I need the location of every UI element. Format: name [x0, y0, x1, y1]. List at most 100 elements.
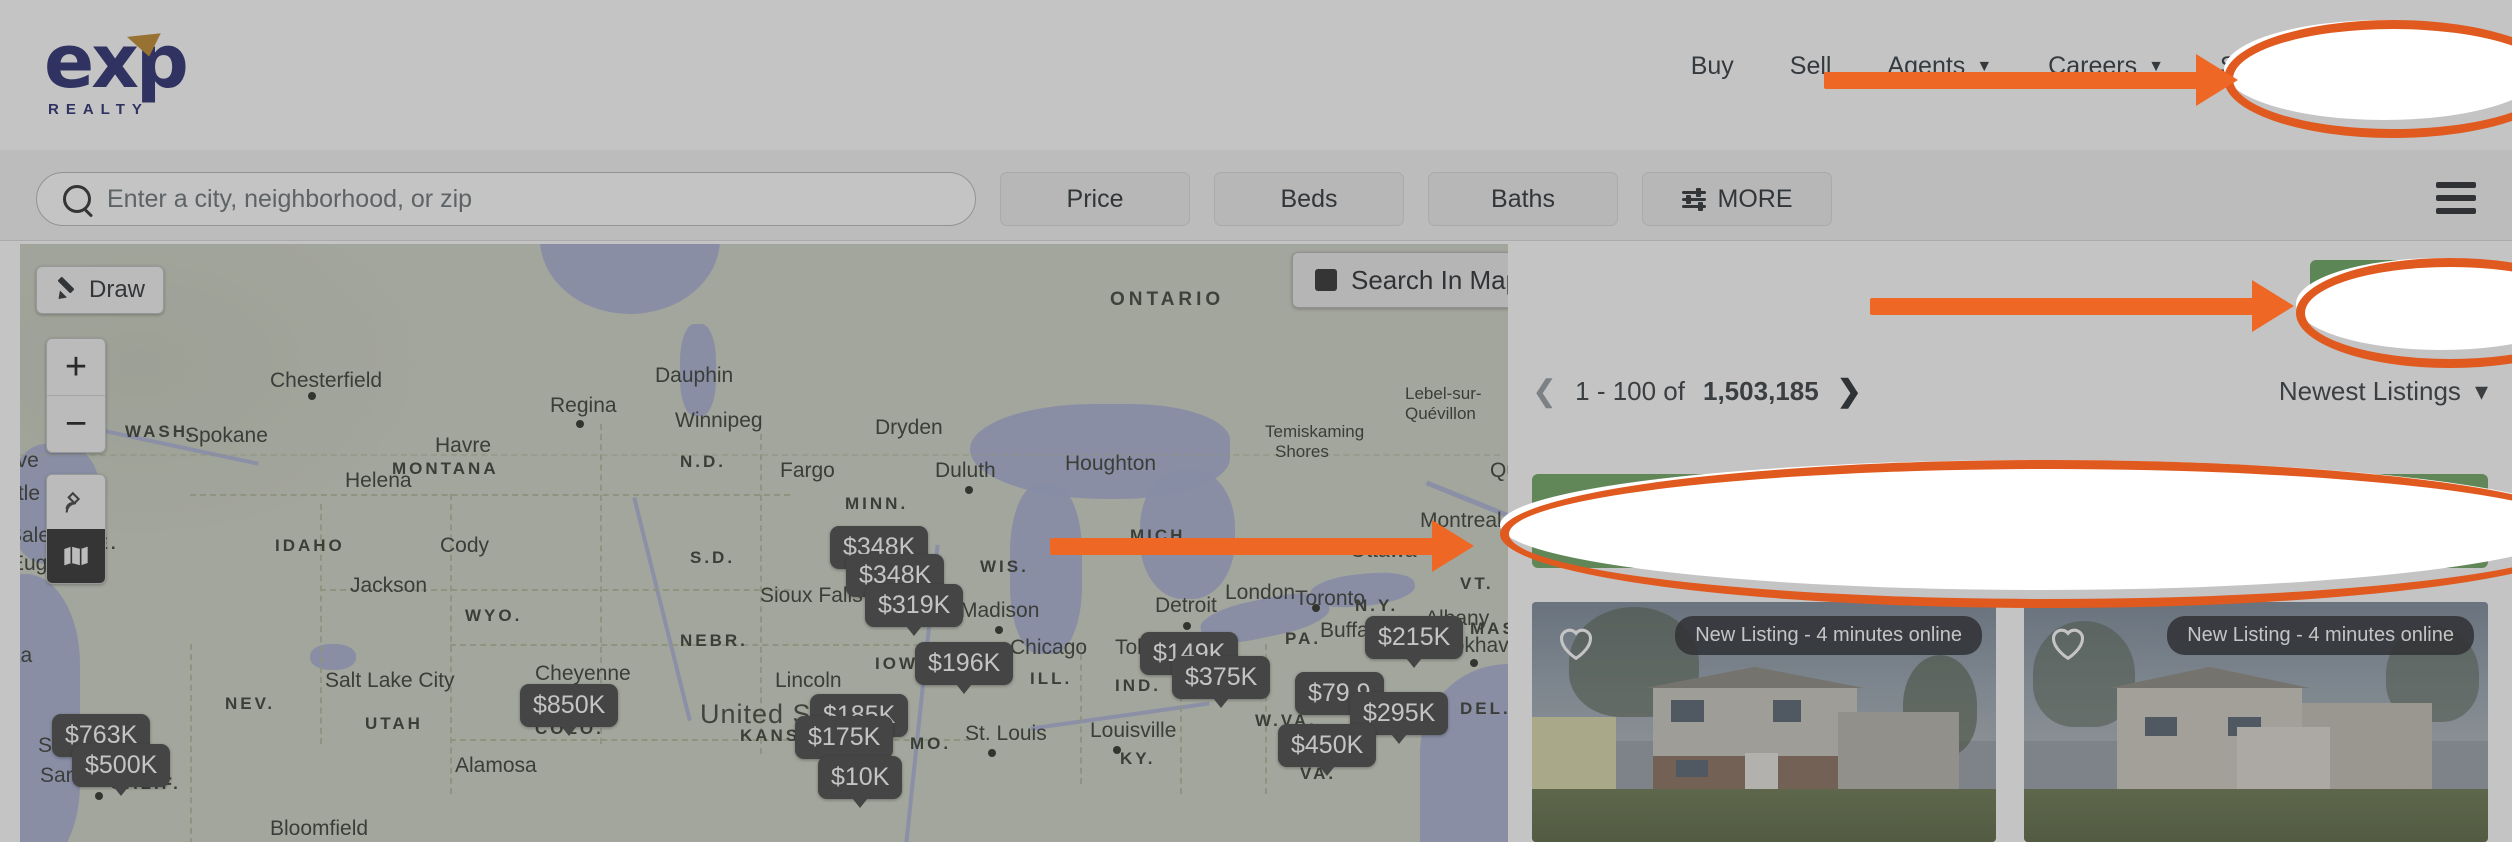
- chevron-down-icon: ▼: [2148, 57, 2164, 75]
- draw-label: Draw: [89, 276, 146, 303]
- nav-label-careers: Careers: [2048, 52, 2138, 80]
- state-border: [1080, 644, 1082, 784]
- filter-baths-button[interactable]: Baths: [1428, 172, 1618, 226]
- filter-beds-label: Beds: [1280, 184, 1338, 213]
- map-panel[interactable]: ONTARIO QUÉBEC WASH. MONTANA ORE. IDAHO …: [20, 244, 1508, 842]
- city-label: Temiskaming: [1265, 422, 1365, 441]
- listing-photo-grass: [1532, 789, 1996, 842]
- map-price-pin[interactable]: $500K: [72, 744, 171, 796]
- state-label: DEL.: [1460, 699, 1508, 718]
- filter-price-button[interactable]: Price: [1000, 172, 1190, 226]
- city-label: Chesterfield: [270, 369, 383, 392]
- sliders-icon: [1681, 188, 1706, 211]
- state-label: IND.: [1115, 676, 1161, 695]
- nav-label-buy: Buy: [1690, 52, 1734, 80]
- search-placeholder: Enter a city, neighborhood, or zip: [107, 184, 473, 213]
- search-in-map-button[interactable]: Search In Map: [1292, 252, 1544, 308]
- heart-icon[interactable]: [1554, 622, 1598, 662]
- listing-card[interactable]: New Listing - 4 minutes online: [2024, 602, 2488, 842]
- listing-photo-grass: [2024, 789, 2488, 842]
- state-label: MICH.: [1130, 526, 1194, 545]
- city-label: Fargo: [780, 459, 835, 482]
- city-label: Shores: [1275, 442, 1329, 461]
- filter-beds-button[interactable]: Beds: [1214, 172, 1404, 226]
- city-label: ka: [20, 644, 33, 667]
- zoom-in-button[interactable]: +: [47, 339, 105, 396]
- map-layer-controls: [46, 474, 106, 584]
- chevron-right-icon[interactable]: ❯: [1837, 374, 1862, 409]
- province-label: ONTARIO: [1110, 289, 1225, 310]
- nav-item-agents[interactable]: Agents ▼: [1887, 52, 1992, 81]
- sign-in-sign-up-button[interactable]: Sign in / Sign up: [2220, 52, 2402, 81]
- nav-item-sell[interactable]: Sell: [1790, 52, 1832, 81]
- sort-dropdown[interactable]: Newest Listings ▾: [2279, 376, 2488, 407]
- map-price-pin[interactable]: $375K: [1172, 656, 1271, 708]
- city-label: Salt Lake City: [325, 669, 455, 692]
- city-label: Dryden: [875, 416, 943, 439]
- banner-title: Don't miss a thing!: [1566, 502, 1862, 539]
- state-label: IDAHO: [275, 536, 345, 555]
- notify-banner: Don't miss a thing! Get updates when new…: [1532, 474, 2488, 568]
- notify-me-button-banner[interactable]: Notify Me: [2296, 495, 2454, 547]
- state-label: MINN.: [845, 494, 909, 513]
- city-dot: [1183, 622, 1191, 630]
- heart-icon[interactable]: [2046, 622, 2090, 662]
- search-icon: [63, 185, 91, 213]
- zoom-out-button[interactable]: −: [47, 396, 105, 452]
- map-price-pin[interactable]: $215K: [1365, 616, 1464, 668]
- listing-badge: New Listing - 4 minutes online: [2167, 616, 2474, 655]
- state-label: VT.: [1460, 574, 1494, 593]
- house-window: [1675, 760, 1709, 778]
- state-border: [190, 494, 790, 496]
- listing-card[interactable]: New Listing - 4 minutes online: [1532, 602, 1996, 842]
- city-dot: [995, 626, 1003, 634]
- map-price-pin[interactable]: $850K: [520, 684, 619, 736]
- city-label: Quévillon: [1405, 404, 1476, 423]
- house-wing: [1838, 712, 1959, 790]
- state-label: NEBR.: [680, 631, 748, 650]
- chevron-left-icon[interactable]: ❮: [1532, 374, 1557, 409]
- state-label: N.D.: [680, 452, 726, 471]
- state-label: UTAH: [365, 714, 423, 733]
- city-label: Bloomfield: [270, 817, 369, 840]
- checkbox-checked-icon[interactable]: [1315, 269, 1337, 291]
- city-dot: [1113, 746, 1121, 754]
- map-icon[interactable]: [47, 529, 105, 583]
- city-label: Lincoln: [775, 669, 842, 692]
- garage-door: [2237, 726, 2331, 790]
- city-label: Québec: [1490, 459, 1508, 482]
- city-label: Chicago: [1010, 636, 1088, 659]
- satellite-icon[interactable]: [47, 475, 105, 529]
- city-label: Detroit: [1155, 594, 1217, 617]
- search-input[interactable]: Enter a city, neighborhood, or zip: [36, 172, 976, 226]
- city-label: Cody: [440, 534, 490, 557]
- city-label: Lebel-sur-: [1405, 384, 1482, 403]
- city-label: Spokane: [185, 424, 268, 447]
- search-in-map-label: Search In Map: [1351, 264, 1521, 295]
- city-dot: [576, 420, 584, 428]
- city-dot: [308, 392, 316, 400]
- house-window: [2144, 717, 2178, 737]
- hamburger-icon[interactable]: [2436, 182, 2476, 214]
- water-great-salt-lake: [310, 644, 356, 670]
- draw-button[interactable]: Draw: [36, 266, 165, 314]
- state-label: NEV.: [225, 694, 276, 713]
- logo-x-accent-icon: [126, 33, 164, 59]
- map-price-pin[interactable]: $450K: [1278, 724, 1377, 776]
- nav-item-buy[interactable]: Buy: [1691, 52, 1734, 81]
- exp-realty-logo[interactable]: exp REALTY: [44, 25, 274, 125]
- notify-me-button-top[interactable]: Notify Me: [2310, 260, 2480, 317]
- map-zoom-controls: + −: [46, 338, 106, 453]
- sort-label: Newest Listings: [2278, 376, 2461, 406]
- city-label: Duluth: [935, 459, 996, 482]
- site-header: exp REALTY Buy Sell Agents ▼ Careers ▼ S…: [0, 0, 2512, 150]
- filter-more-button[interactable]: MORE: [1642, 172, 1832, 226]
- map-price-pin[interactable]: $10K: [818, 756, 903, 808]
- state-label: ILL.: [1030, 669, 1073, 688]
- map-price-pin[interactable]: $196K: [915, 642, 1014, 694]
- map-price-pin[interactable]: $319K: [865, 584, 964, 636]
- map-price-pin[interactable]: $175K: [795, 716, 894, 768]
- nav-item-careers[interactable]: Careers ▼: [2048, 52, 2164, 81]
- filter-buttons: Price Beds Baths MORE: [1000, 172, 1832, 226]
- state-label: PA.: [1285, 629, 1322, 648]
